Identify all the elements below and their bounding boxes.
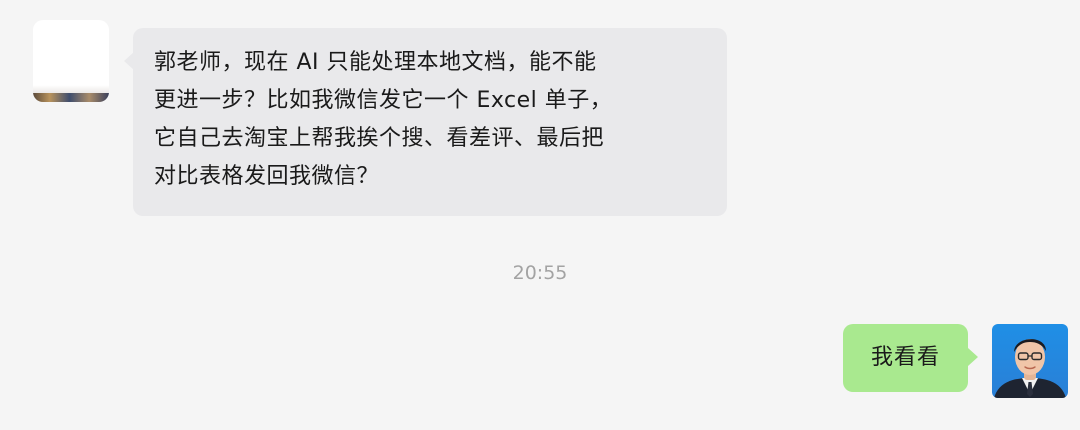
avatar-color-strip	[33, 93, 109, 102]
message-line: 对比表格发回我微信？	[154, 164, 380, 189]
incoming-message-bubble[interactable]: 郭老师，现在 AI 只能处理本地文档，能不能 更进一步？比如我微信发它一个 Ex…	[133, 28, 727, 216]
outgoing-message-text: 我看看	[870, 345, 940, 370]
outgoing-bubble-tail	[968, 348, 978, 366]
message-timestamp: 20:55	[512, 262, 568, 284]
contact-avatar-icon[interactable]	[33, 20, 109, 102]
message-line: 更进一步？比如我微信发它一个 Excel 单子，	[154, 88, 613, 113]
message-line: 郭老师，现在 AI 只能处理本地文档，能不能	[154, 50, 597, 75]
avatar-fade	[33, 85, 109, 93]
outgoing-message-bubble[interactable]: 我看看	[843, 324, 968, 392]
user-avatar-icon[interactable]	[992, 324, 1068, 398]
chat-window: 郭老师，现在 AI 只能处理本地文档，能不能 更进一步？比如我微信发它一个 Ex…	[0, 0, 1080, 430]
message-line: 它自己去淘宝上帮我挨个搜、看差评、最后把	[154, 126, 605, 151]
portrait-icon	[992, 324, 1068, 398]
